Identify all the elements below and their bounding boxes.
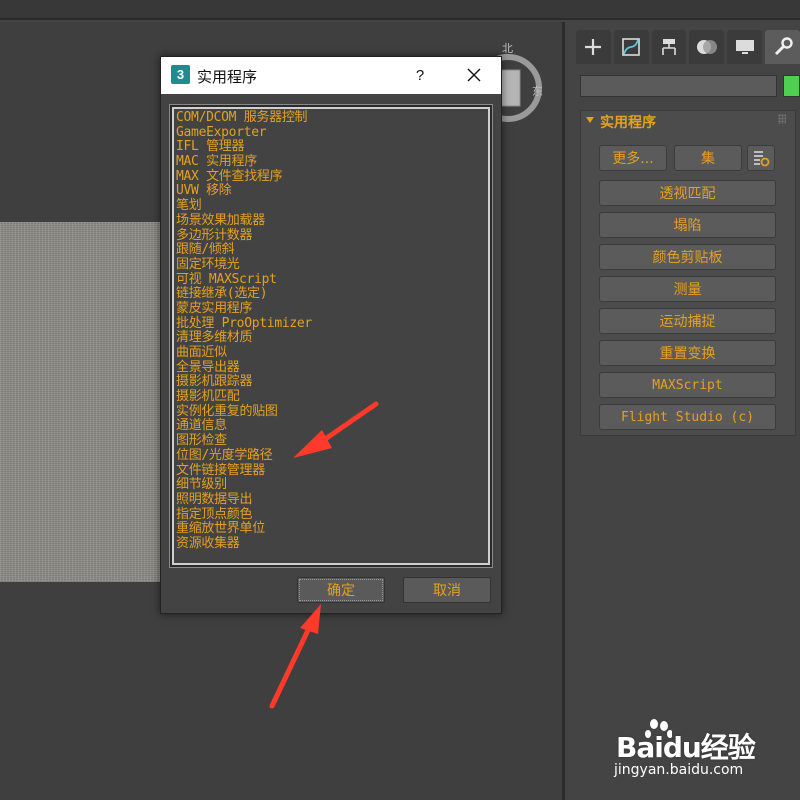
configure-sets-button[interactable] — [747, 145, 775, 171]
list-item[interactable]: UVW 移除 — [176, 184, 488, 199]
close-icon — [467, 68, 481, 82]
list-item[interactable]: MAX 文件查找程序 — [176, 169, 488, 185]
plus-icon — [585, 39, 602, 55]
viewcube-east-label: 东 — [532, 85, 542, 98]
tab-create[interactable] — [576, 30, 611, 64]
close-button[interactable] — [462, 63, 486, 87]
list-item[interactable]: 文件链接管理器 — [176, 463, 488, 479]
reset-xform-button[interactable]: 重置变换 — [599, 340, 776, 366]
list-item[interactable]: 细节级别 — [176, 477, 488, 493]
list-item[interactable]: 清理多维材质 — [176, 331, 488, 346]
list-item[interactable]: 全景导出器 — [176, 360, 488, 376]
list-item[interactable]: 照明数据导出 — [176, 492, 488, 508]
perspective-match-button[interactable]: 透视匹配 — [599, 180, 776, 206]
cancel-button[interactable]: 取消 — [403, 577, 491, 603]
list-item[interactable]: 重缩放世界单位 — [176, 522, 488, 537]
baidu-watermark: Baidu经验 jingyan.baidu.com — [612, 712, 792, 782]
collapse-button[interactable]: 塌陷 — [599, 212, 776, 238]
list-item[interactable]: 蒙皮实用程序 — [176, 301, 488, 317]
utilities-list[interactable]: COM/DCOM 服务器控制 GameExporter IFL 管理器 MAC 实用程… — [172, 107, 490, 565]
list-item[interactable]: 曲面近似 — [176, 345, 488, 361]
list-item[interactable]: 跟随/倾斜 — [176, 242, 488, 258]
display-monitor-icon — [735, 40, 754, 54]
viewcube-face[interactable] — [499, 69, 521, 107]
list-item[interactable]: 摄影机匹配 — [176, 389, 488, 405]
motion-capture-button[interactable]: 运动捕捉 — [599, 308, 776, 334]
tab-modify[interactable] — [613, 30, 649, 64]
watermark-brand: Baidu经验 — [616, 731, 756, 764]
dialog-title: 实用程序 — [197, 68, 258, 86]
list-item[interactable]: 位图/光度学路径 — [176, 448, 488, 464]
list-item[interactable]: COM/DCOM 服务器控制 — [176, 110, 488, 126]
measure-button[interactable]: 测量 — [599, 276, 776, 302]
color-clipboard-button[interactable]: 颜色剪贴板 — [599, 244, 776, 270]
utilities-dialog: 3 实用程序 ? COM/DCOM 服务器控制 GameExporter IFL 管… — [160, 56, 502, 614]
list-item[interactable]: GameExporter — [176, 125, 488, 141]
hierarchy-icon — [662, 39, 676, 55]
top-toolbar — [0, 0, 800, 20]
app-3dsmax-icon: 3 — [171, 65, 190, 84]
tab-hierarchy[interactable] — [651, 30, 687, 64]
list-item[interactable]: 固定环境光 — [176, 257, 488, 273]
list-item[interactable]: IFL 管理器 — [176, 140, 488, 155]
help-button[interactable]: ? — [410, 63, 430, 87]
textured-plane-object[interactable] — [0, 222, 162, 582]
motion-icon — [696, 40, 717, 54]
more-button[interactable]: 更多... — [599, 145, 667, 171]
modify-curve-icon — [622, 38, 641, 56]
command-panel-tabs — [576, 30, 800, 64]
sets-button[interactable]: 集 — [674, 145, 742, 171]
wrench-icon — [774, 37, 793, 56]
tab-display[interactable] — [727, 30, 763, 64]
object-name-field[interactable] — [580, 75, 777, 97]
list-item[interactable]: 摄影机跟踪器 — [176, 375, 488, 390]
list-item[interactable]: 通道信息 — [176, 419, 488, 434]
dialog-titlebar[interactable]: 3 实用程序 ? — [161, 57, 501, 94]
flight-studio-button[interactable]: Flight Studio (c) — [599, 404, 776, 430]
rollout-title[interactable]: 实用程序 — [600, 112, 656, 132]
tab-motion[interactable] — [689, 30, 725, 64]
ok-button[interactable]: 确定 — [297, 577, 385, 603]
viewcube-north-label: 北 — [502, 42, 513, 55]
rollout-collapse-arrow-icon[interactable] — [586, 117, 594, 123]
list-item[interactable]: 场景效果加载器 — [176, 213, 488, 229]
list-item[interactable]: 链接继承(选定) — [176, 287, 488, 302]
list-item[interactable]: 图形检查 — [176, 433, 488, 449]
configure-sets-icon — [754, 151, 770, 167]
tab-utilities[interactable] — [765, 30, 800, 64]
watermark-url: jingyan.baidu.com — [614, 762, 744, 778]
list-item[interactable]: MAC 实用程序 — [176, 154, 488, 170]
rollout-drag-grip-icon[interactable] — [778, 114, 786, 124]
list-item[interactable]: 资源收集器 — [176, 536, 488, 552]
list-item[interactable]: 多边形计数器 — [176, 228, 488, 244]
list-item[interactable]: 笔划 — [176, 198, 488, 214]
object-color-swatch[interactable] — [783, 75, 800, 97]
maxscript-button[interactable]: MAXScript — [599, 372, 776, 398]
